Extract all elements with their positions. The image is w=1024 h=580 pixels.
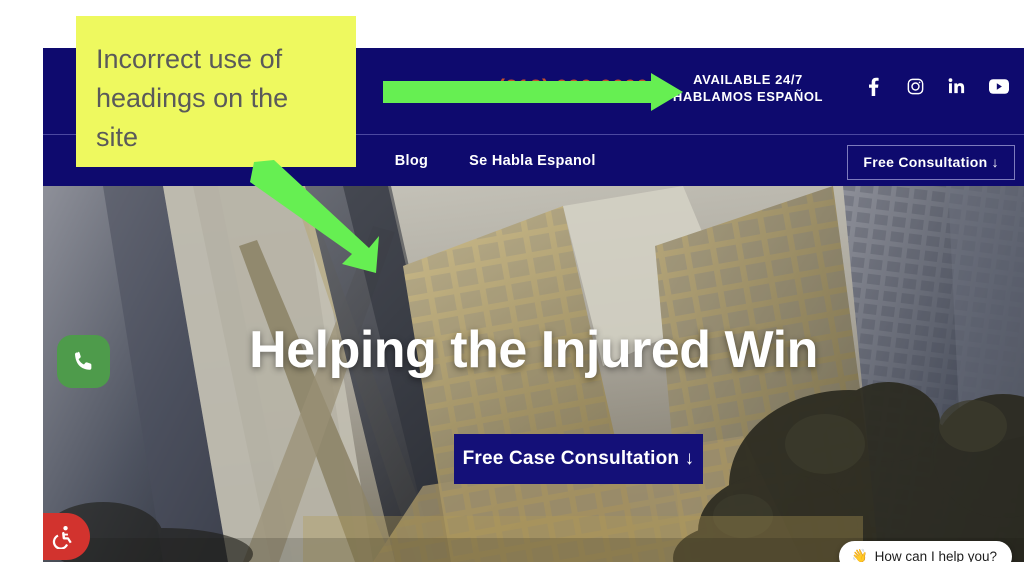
horizontal-annotation-arrow (383, 73, 683, 111)
instagram-icon[interactable] (905, 76, 925, 96)
hero-section: Helping the Injured Win Free Case Consul… (43, 186, 1024, 562)
hero-cta-button[interactable]: Free Case Consultation ↓ (454, 434, 703, 484)
annotation-note-text: Incorrect use of headings on the site (96, 44, 289, 152)
social-links (863, 76, 1009, 96)
availability-line-1: AVAILABLE 24/7 (693, 72, 803, 87)
hero-heading: Helping the Injured Win (249, 321, 818, 379)
chat-greeting-bubble[interactable]: 👋 How can I help you? (839, 541, 1012, 562)
availability-text: AVAILABLE 24/7 HABLAMOS ESPAÑOL (663, 71, 833, 105)
facebook-icon[interactable] (863, 76, 883, 96)
phone-icon (74, 351, 91, 370)
nav-item-label: Se Habla Espanol (469, 152, 596, 169)
nav-item-label: Blog (394, 152, 429, 169)
linkedin-icon[interactable] (947, 76, 967, 96)
wheelchair-accessibility-icon (52, 525, 72, 549)
nav-item-blog[interactable]: Blog (395, 153, 428, 169)
chat-greeting-text: How can I help you? (874, 548, 997, 563)
availability-line-2: HABLAMOS ESPAÑOL (672, 89, 824, 104)
diagonal-annotation-arrow (250, 160, 379, 273)
nav-item-se-habla-espanol[interactable]: Se Habla Espanol (469, 153, 595, 169)
youtube-icon[interactable] (989, 76, 1009, 96)
accessibility-fab[interactable] (43, 513, 90, 560)
annotation-note: Incorrect use of headings on the site (76, 16, 356, 167)
call-fab[interactable] (57, 335, 110, 388)
screenshot-root: (212) 000-0000 AVAILABLE 24/7 HABLAMOS E… (0, 0, 1024, 580)
wave-hand-icon: 👋 (851, 548, 868, 562)
free-consultation-button[interactable]: Free Consultation ↓ (847, 145, 1015, 180)
